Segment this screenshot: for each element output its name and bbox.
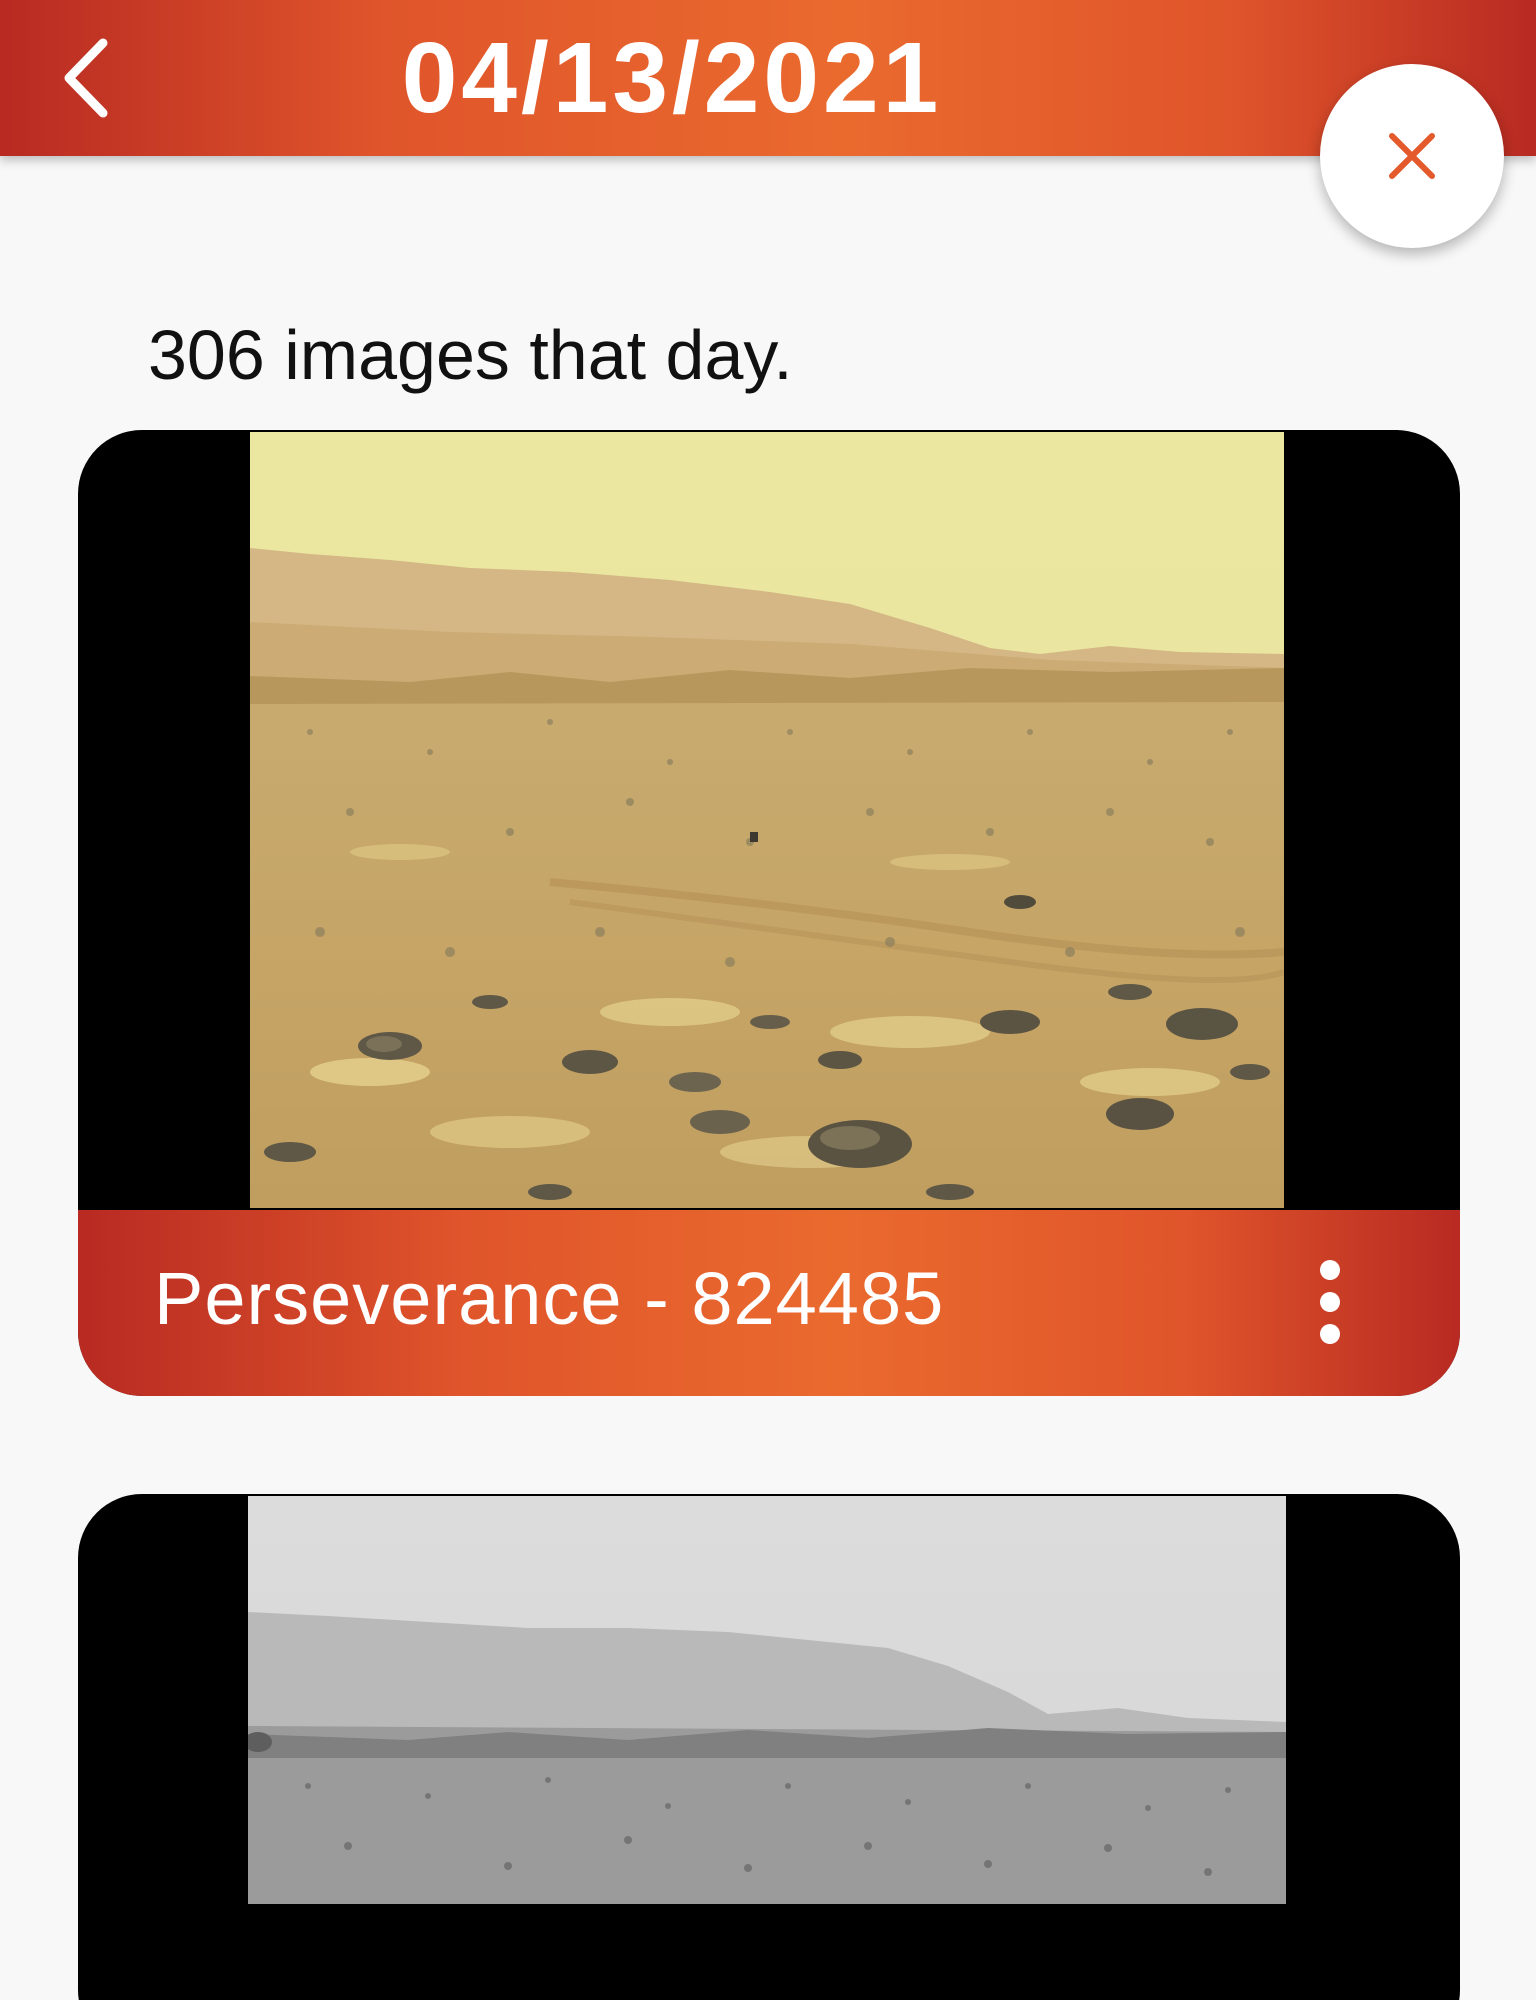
top-app-bar: 04/13/2021 [0, 0, 1536, 156]
more-options-button[interactable] [1296, 1254, 1364, 1350]
card-footer: Perseverance - 824485 [78, 1210, 1460, 1396]
photo-card[interactable]: Perseverance - 824485 [78, 430, 1460, 1396]
image-count-text: 306 images that day. [148, 316, 793, 394]
photo-card[interactable] [78, 1494, 1460, 2000]
more-vert-icon [1320, 1260, 1340, 1280]
close-button[interactable] [1320, 64, 1504, 248]
close-icon [1389, 133, 1435, 179]
photos-by-date-screen: 04/13/2021 306 images that day. Persever… [0, 0, 1536, 2000]
photo-caption: Perseverance - 824485 [154, 1257, 945, 1340]
mars-photo-color[interactable] [250, 432, 1284, 1208]
page-title: 04/13/2021 [401, 22, 943, 134]
mars-photo-grayscale[interactable] [248, 1496, 1286, 1904]
